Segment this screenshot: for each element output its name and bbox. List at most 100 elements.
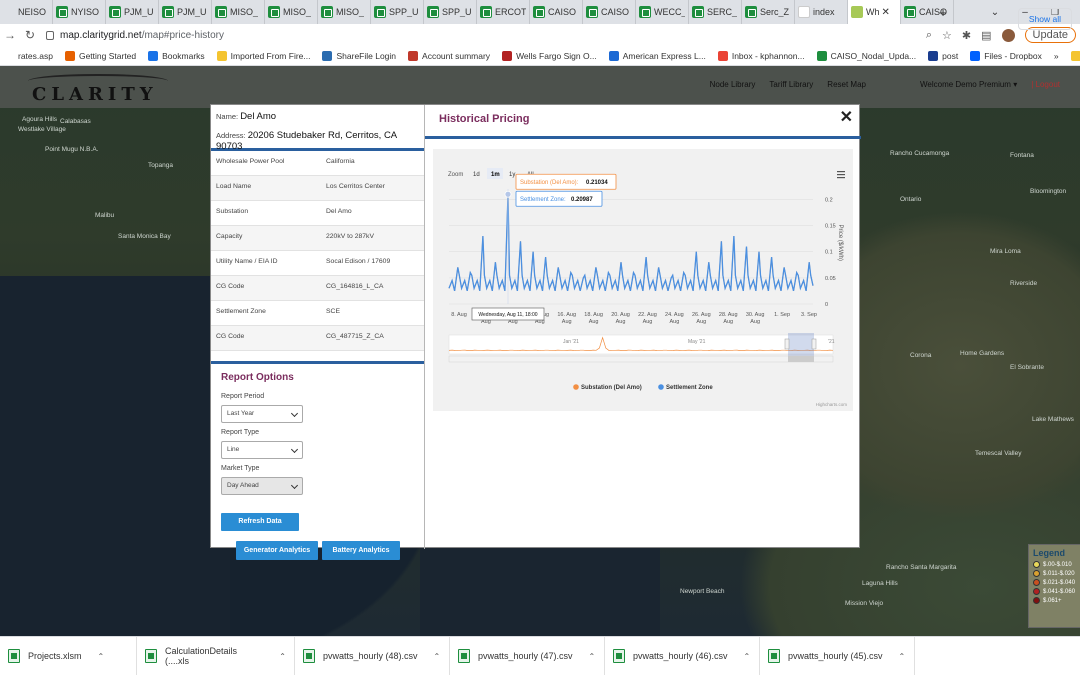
browser-tab[interactable]: Serc_Z — [742, 0, 795, 24]
bookmark-item[interactable]: post — [928, 50, 958, 61]
reload-icon[interactable]: ↻ — [20, 28, 40, 42]
browser-tab[interactable]: WECC_ — [636, 0, 689, 24]
zoom-option[interactable]: 1y — [509, 172, 515, 178]
price-chart-container[interactable]: Zoom1d1m1yAll00.050.10.150.2Price ($/kWh… — [433, 149, 853, 411]
bookmark-item[interactable]: Wells Fargo Sign O... — [502, 50, 597, 61]
browser-tab[interactable]: CAISO — [530, 0, 583, 24]
new-tab-button[interactable]: + — [932, 0, 954, 24]
browser-tab[interactable]: SERC_ — [689, 0, 742, 24]
chevron-up-icon[interactable]: ⌃ — [98, 652, 105, 661]
market-type-select[interactable]: Day Ahead — [221, 477, 303, 495]
chevron-up-icon[interactable]: ⌃ — [899, 652, 906, 661]
download-item[interactable]: pvwatts_hourly (48).csv ⌃ — [295, 636, 450, 675]
info-row: CG Code CG_487715_Z_CA — [211, 326, 424, 351]
chevron-up-icon[interactable]: ⌃ — [744, 652, 751, 661]
chevron-up-icon[interactable]: ⌃ — [589, 652, 596, 661]
price-chart[interactable]: Zoom1d1m1yAll00.050.10.150.2Price ($/kWh… — [433, 149, 853, 411]
chevron-up-icon[interactable]: ⌃ — [434, 652, 441, 661]
reset-map-link[interactable]: Reset Map — [827, 80, 866, 89]
navigator-scrollbar-thumb[interactable] — [788, 356, 814, 362]
tooltip-date: Wednesday, Aug 11, 18:00 — [471, 307, 545, 321]
extensions-icon[interactable]: ✱ — [962, 29, 971, 42]
url-host: map.claritygrid.net — [60, 29, 142, 41]
zoom-icon[interactable]: ⌕ — [926, 29, 932, 42]
logout-link[interactable]: | Logout — [1031, 80, 1060, 89]
browser-tab[interactable]: ERCOT — [477, 0, 530, 24]
url-field[interactable]: map.claritygrid.net/map#price-history — [46, 30, 224, 41]
node-library-link[interactable]: Node Library — [710, 80, 756, 89]
bookmark-item[interactable]: Inbox - kphannon... — [717, 50, 805, 61]
bookmark-item[interactable]: Imported From Fire... — [216, 50, 311, 61]
browser-tab[interactable]: NYISO — [53, 0, 106, 24]
show-all-button[interactable]: Show all — [1017, 8, 1072, 30]
download-item[interactable]: Projects.xlsm ⌃ — [0, 636, 137, 675]
node-header: Name: Del Amo Address: 20206 Studebaker … — [211, 105, 424, 152]
navigator-area[interactable] — [448, 334, 834, 355]
tab-label: MISO_ — [336, 7, 365, 17]
report-period-select[interactable]: Last Year — [221, 405, 303, 423]
battery-analytics-button[interactable]: Battery Analytics — [322, 541, 400, 560]
profile-avatar[interactable] — [1001, 28, 1015, 42]
star-icon[interactable]: ☆ — [942, 29, 952, 42]
navigator-handle-left[interactable] — [784, 338, 790, 350]
browser-tab[interactable]: index — [795, 0, 848, 24]
tab-favicon-icon — [162, 6, 174, 18]
map-app[interactable]: Agoura Hills Westlake Village Calabasas Poi… — [0, 66, 1080, 636]
legend-series-label[interactable]: Substation (Del Amo) — [581, 385, 642, 391]
bookmark-label: Imported From Fire... — [230, 50, 311, 61]
zoom-option[interactable]: 1d — [473, 172, 480, 178]
download-item[interactable]: pvwatts_hourly (46).csv ⌃ — [605, 636, 760, 675]
bookmark-item[interactable]: Other bookmarks — [1070, 50, 1080, 61]
bookmark-item[interactable]: American Express L... — [608, 50, 706, 61]
bookmark-item[interactable]: rates.asp — [4, 50, 53, 61]
legend-marker[interactable] — [658, 384, 664, 390]
close-icon[interactable]: ✕ — [840, 107, 853, 127]
forward-icon[interactable]: → — [0, 28, 20, 42]
download-item[interactable]: pvwatts_hourly (47).csv ⌃ — [450, 636, 605, 675]
browser-tab[interactable]: SPP_U — [371, 0, 424, 24]
generator-analytics-button[interactable]: Generator Analytics — [236, 541, 318, 560]
info-row: Load Name Los Cerritos Center — [211, 176, 424, 201]
browser-tab[interactable]: MISO_ — [265, 0, 318, 24]
welcome-menu[interactable]: Welcome Demo Premium ▾ — [920, 80, 1017, 89]
browser-tab[interactable]: Wh ✕ — [848, 0, 901, 24]
browser-tab[interactable]: SPP_U — [424, 0, 477, 24]
bookmark-item[interactable]: Getting Started — [64, 50, 136, 61]
browser-tab[interactable]: CAISO — [583, 0, 636, 24]
zoom-option[interactable]: 1m — [491, 172, 500, 178]
navigator-handle-right[interactable] — [811, 338, 817, 350]
refresh-data-button[interactable]: Refresh Data — [221, 513, 299, 531]
x-tick-label: 8. Aug — [451, 312, 467, 318]
tab-close-icon[interactable]: ✕ — [882, 7, 890, 18]
browser-tab[interactable]: MISO_ — [212, 0, 265, 24]
bookmark-item[interactable]: » — [1054, 51, 1059, 61]
chevron-up-icon[interactable]: ⌃ — [279, 652, 286, 661]
browser-tab[interactable]: PJM_U — [159, 0, 212, 24]
legend-marker[interactable] — [573, 384, 579, 390]
download-item[interactable]: CalculationDetails (....xls ⌃ — [137, 636, 295, 675]
browser-tab[interactable]: MISO_ — [318, 0, 371, 24]
tab-label: SPP_U — [389, 7, 419, 17]
report-type-select[interactable]: Line — [221, 441, 303, 459]
bookmark-item[interactable]: CAISO_Nodal_Upda... — [816, 50, 916, 61]
clarity-logo[interactable]: CLARITY — [32, 84, 158, 105]
hover-point[interactable] — [504, 190, 512, 198]
bookmark-item[interactable]: ShareFile Login — [322, 50, 396, 61]
bookmark-item[interactable]: Bookmarks — [148, 50, 205, 61]
browser-tab[interactable]: PJM_U — [106, 0, 159, 24]
series-line-substation[interactable] — [448, 194, 814, 292]
navigator-scrollbar[interactable] — [448, 355, 834, 363]
bookmark-item[interactable]: Files - Dropbox — [970, 50, 1042, 61]
navigator-range-mask[interactable] — [788, 333, 814, 356]
tooltip-series2-label: Settlement Zone: — [520, 197, 566, 203]
bookmark-item[interactable]: Account summary — [408, 50, 490, 61]
map-place-label: El Sobrante — [1010, 364, 1044, 371]
download-item[interactable]: pvwatts_hourly (45).csv ⌃ — [760, 636, 915, 675]
legend-series-label[interactable]: Settlement Zone — [666, 385, 713, 391]
browser-tab[interactable]: NEISO — [0, 0, 53, 24]
chart-menu-icon[interactable] — [837, 171, 845, 179]
tab-search-icon[interactable]: ⌄ — [985, 0, 1005, 24]
series-line-settlement[interactable] — [448, 194, 814, 292]
tariff-library-link[interactable]: Tariff Library — [769, 80, 813, 89]
sidebar-icon[interactable]: ▤ — [981, 29, 991, 42]
